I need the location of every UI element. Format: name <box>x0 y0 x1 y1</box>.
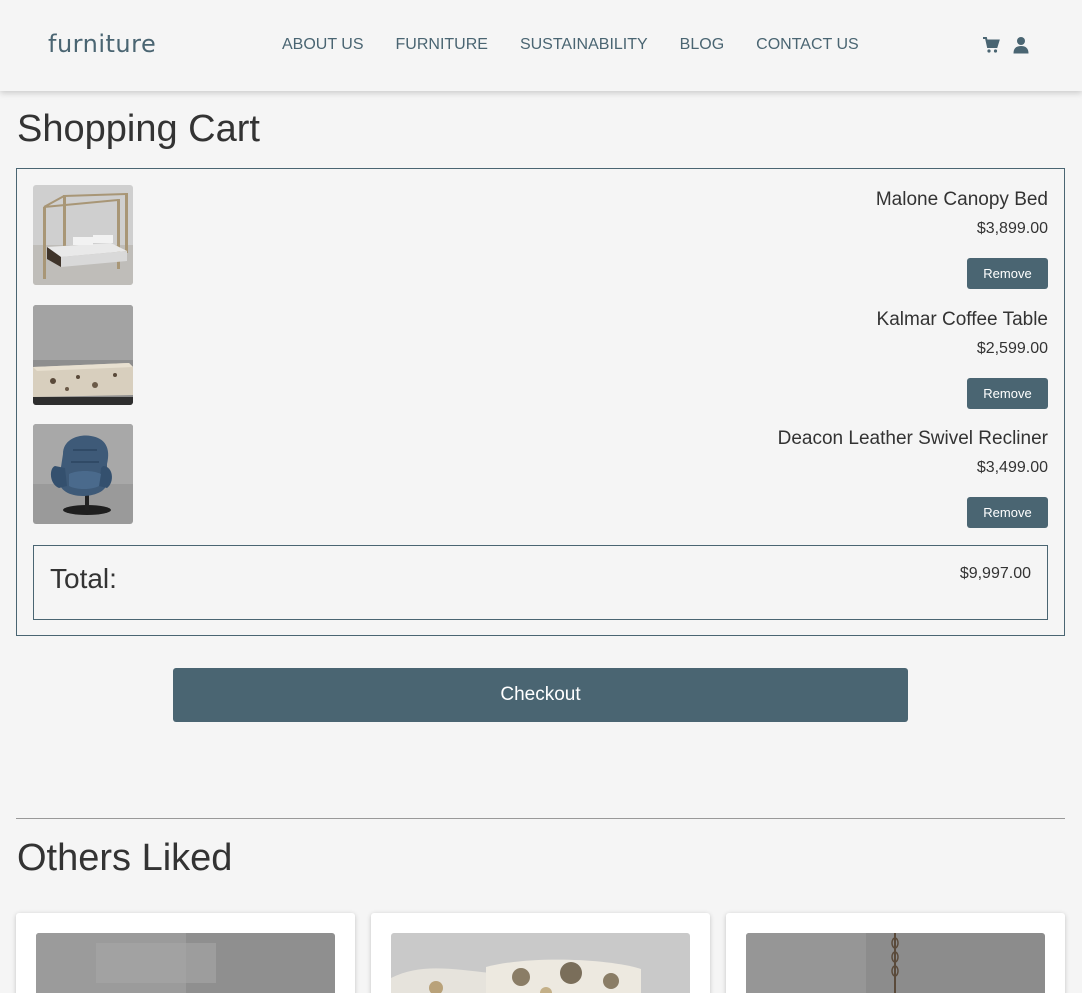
page-title: Shopping Cart <box>17 108 260 150</box>
nav-icons <box>982 36 1030 54</box>
item-price: $3,899.00 <box>976 220 1048 237</box>
remove-button[interactable]: Remove <box>967 378 1048 409</box>
nav-furniture[interactable]: FURNITURE <box>396 36 488 54</box>
cart-item: Malone Canopy Bed $3,899.00 Remove <box>33 185 1048 289</box>
cart-item: Deacon Leather Swivel Recliner $3,499.00… <box>33 424 1048 528</box>
product-image[interactable] <box>391 933 690 993</box>
others-liked-title: Others Liked <box>17 837 233 879</box>
product-image[interactable] <box>746 933 1045 993</box>
nav-about-us[interactable]: ABOUT US <box>282 36 364 54</box>
cart-icon[interactable] <box>982 36 1000 54</box>
user-icon[interactable] <box>1012 36 1030 54</box>
item-price: $3,499.00 <box>976 459 1048 476</box>
product-thumbnail[interactable] <box>33 305 133 405</box>
remove-button[interactable]: Remove <box>967 497 1048 528</box>
product-card[interactable] <box>371 913 710 993</box>
product-card[interactable] <box>16 913 355 993</box>
nav-sustainability[interactable]: SUSTAINABILITY <box>520 36 648 54</box>
product-thumbnail[interactable] <box>33 424 133 524</box>
navbar: furniture ABOUT US FURNITURE SUSTAINABIL… <box>0 0 1082 91</box>
product-thumbnail[interactable] <box>33 185 133 285</box>
brand-logo[interactable]: furniture <box>48 30 156 58</box>
main-nav: ABOUT US FURNITURE SUSTAINABILITY BLOG C… <box>282 36 891 54</box>
remove-button[interactable]: Remove <box>967 258 1048 289</box>
checkout-button[interactable]: Checkout <box>173 668 908 722</box>
cart-total: Total: $9,997.00 <box>33 545 1048 620</box>
nav-blog[interactable]: BLOG <box>680 36 724 54</box>
cart-item: Kalmar Coffee Table $2,599.00 Remove <box>33 305 1048 409</box>
total-label: Total: <box>50 563 117 594</box>
product-image[interactable] <box>36 933 335 993</box>
item-name[interactable]: Kalmar Coffee Table <box>877 309 1048 331</box>
item-price: $2,599.00 <box>976 340 1048 357</box>
total-value: $9,997.00 <box>959 565 1031 582</box>
item-name[interactable]: Deacon Leather Swivel Recliner <box>778 428 1048 450</box>
section-divider <box>16 818 1065 819</box>
item-name[interactable]: Malone Canopy Bed <box>876 189 1048 211</box>
nav-contact-us[interactable]: CONTACT US <box>756 36 859 54</box>
cart-list: Malone Canopy Bed $3,899.00 Remove Kalma… <box>16 168 1065 636</box>
product-card[interactable] <box>726 913 1065 993</box>
